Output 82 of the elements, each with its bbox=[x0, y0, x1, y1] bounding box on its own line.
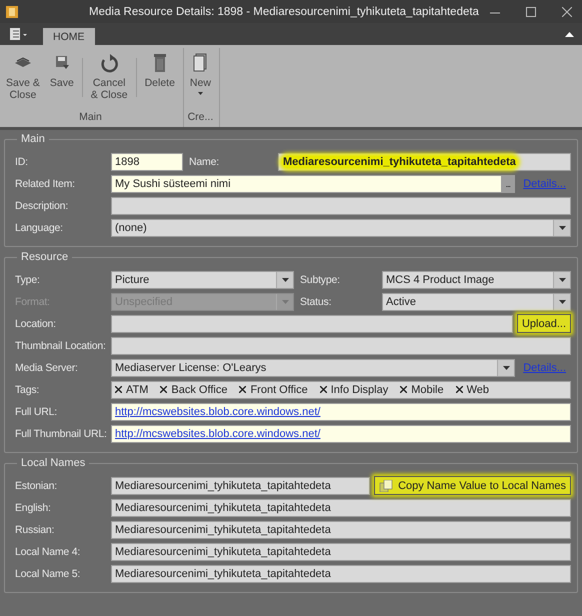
tag[interactable]: Web bbox=[456, 384, 490, 396]
field-label: Local Name 5: bbox=[15, 568, 82, 580]
url-link[interactable]: http://mcswebsites.blob.core.windows.net/ bbox=[115, 406, 320, 418]
lookup-field[interactable]: My Sushi süsteemi nimi ... bbox=[111, 174, 516, 192]
field-label: Estonian: bbox=[15, 480, 58, 492]
section-title: Resource bbox=[20, 251, 70, 263]
dropdown-field[interactable]: Picture bbox=[111, 270, 294, 288]
field-label: Media Server: bbox=[15, 362, 79, 374]
field-label: Full URL: bbox=[15, 406, 58, 418]
field-label: Full Thumbnail URL: bbox=[15, 428, 107, 440]
dropdown-field[interactable]: Mediaserver License: O'Learys bbox=[111, 358, 516, 376]
ribbon-group-label: Cre... bbox=[186, 111, 214, 125]
action-button[interactable]: Copy Name Value to Local Names bbox=[374, 476, 571, 495]
ribbon-group-label: Main bbox=[78, 111, 103, 125]
text-field[interactable]: Mediaresourcenimi_tyhikuteta_tapitahtedeta bbox=[111, 498, 571, 516]
dropdown-field[interactable]: MCS 4 Product Image bbox=[382, 270, 571, 288]
tag[interactable]: Front Office bbox=[239, 384, 308, 396]
field-label: Type: bbox=[15, 274, 41, 286]
field-label: Description: bbox=[15, 200, 70, 212]
text-field[interactable]: 1898 bbox=[111, 152, 183, 170]
section-title: Main bbox=[20, 133, 46, 145]
remove-icon[interactable] bbox=[160, 386, 168, 393]
text-field[interactable]: Mediaresourcenimi_tyhikuteta_tapitahtedeta bbox=[111, 542, 571, 560]
dropdown-caret-icon bbox=[502, 366, 510, 370]
ribbon-button[interactable]: Save bbox=[46, 48, 78, 89]
ribbon-button[interactable]: New bbox=[186, 48, 215, 95]
section-title: Local Names bbox=[20, 457, 86, 469]
undo-icon bbox=[99, 53, 120, 73]
field-label: Tags: bbox=[15, 384, 40, 396]
text-field[interactable]: Mediaresourcenimi_tyhikuteta_tapitahtedeta bbox=[111, 520, 571, 538]
browse-button[interactable]: ... bbox=[501, 176, 514, 192]
field-label: ID: bbox=[15, 156, 29, 168]
ribbon-button[interactable]: Save & Close bbox=[2, 48, 44, 101]
dropdown-caret-icon bbox=[282, 300, 288, 304]
field-label: Local Name 4: bbox=[15, 546, 82, 558]
tag[interactable]: Info Display bbox=[320, 384, 388, 396]
dropdown-caret-icon bbox=[558, 300, 566, 304]
tag[interactable]: ATM bbox=[115, 384, 148, 396]
maximize-icon[interactable] bbox=[526, 6, 536, 16]
trash-icon bbox=[152, 53, 167, 73]
remove-icon[interactable] bbox=[239, 386, 246, 393]
field-label: Status: bbox=[299, 296, 332, 308]
url-link[interactable]: http://mcswebsites.blob.core.windows.net/ bbox=[115, 428, 320, 440]
pages-icon bbox=[192, 53, 208, 73]
tag[interactable]: Mobile bbox=[400, 384, 444, 396]
field-label: Language: bbox=[15, 222, 64, 234]
text-field[interactable] bbox=[111, 336, 571, 354]
remove-icon[interactable] bbox=[400, 386, 408, 393]
dropdown-field[interactable]: (none) bbox=[111, 218, 571, 236]
remove-icon[interactable] bbox=[320, 386, 327, 393]
tags-field[interactable]: ATM Back Office Front Office Info Display Mobile Web bbox=[111, 380, 571, 398]
ribbon-tab[interactable]: HOME bbox=[43, 28, 94, 45]
field-label: Related Item: bbox=[15, 178, 76, 190]
url-field[interactable]: http://mcswebsites.blob.core.windows.net/ bbox=[111, 424, 571, 442]
tag[interactable]: Back Office bbox=[160, 384, 228, 396]
text-field[interactable]: Mediaresourcenimi_tyhikuteta_tapitahtedeta bbox=[278, 152, 571, 170]
dropdown-field[interactable]: Active bbox=[382, 292, 571, 310]
field-label: Name: bbox=[188, 156, 220, 168]
dropdown-caret-icon bbox=[558, 226, 566, 230]
collapse-caret-icon[interactable] bbox=[565, 31, 574, 37]
ribbon-button[interactable]: Cancel & Close bbox=[86, 48, 132, 101]
field-label: Thumbnail Location: bbox=[15, 340, 107, 352]
app-icon bbox=[6, 6, 18, 18]
app-menu-button[interactable] bbox=[8, 25, 29, 43]
remove-icon[interactable] bbox=[456, 386, 463, 393]
url-field[interactable]: http://mcswebsites.blob.core.windows.net/ bbox=[111, 402, 571, 420]
remove-icon[interactable] bbox=[115, 386, 122, 393]
text-field[interactable] bbox=[111, 314, 513, 332]
dropdown-caret-icon bbox=[282, 278, 288, 282]
close-icon[interactable] bbox=[562, 6, 572, 16]
name-value: Mediaresourcenimi_tyhikuteta_tapitahtedeta bbox=[282, 156, 517, 168]
field-label: Location: bbox=[15, 318, 57, 330]
text-field[interactable]: Mediaresourcenimi_tyhikuteta_tapitahtedeta bbox=[111, 564, 571, 582]
field-label: Subtype: bbox=[299, 274, 341, 286]
action-button[interactable]: Upload... bbox=[516, 314, 571, 333]
ribbon-button[interactable]: Delete bbox=[140, 48, 179, 89]
text-field[interactable]: Mediaresourcenimi_tyhikuteta_tapitahtedeta bbox=[111, 476, 370, 494]
window-title: Media Resource Details: 1898 - Mediaresourcenimi_tyhikuteta_tapitahtedeta bbox=[88, 6, 480, 18]
field-label: English: bbox=[15, 502, 52, 514]
field-label: Russian: bbox=[15, 524, 56, 536]
text-field[interactable] bbox=[111, 196, 571, 214]
dropdown-caret-icon bbox=[558, 278, 566, 282]
